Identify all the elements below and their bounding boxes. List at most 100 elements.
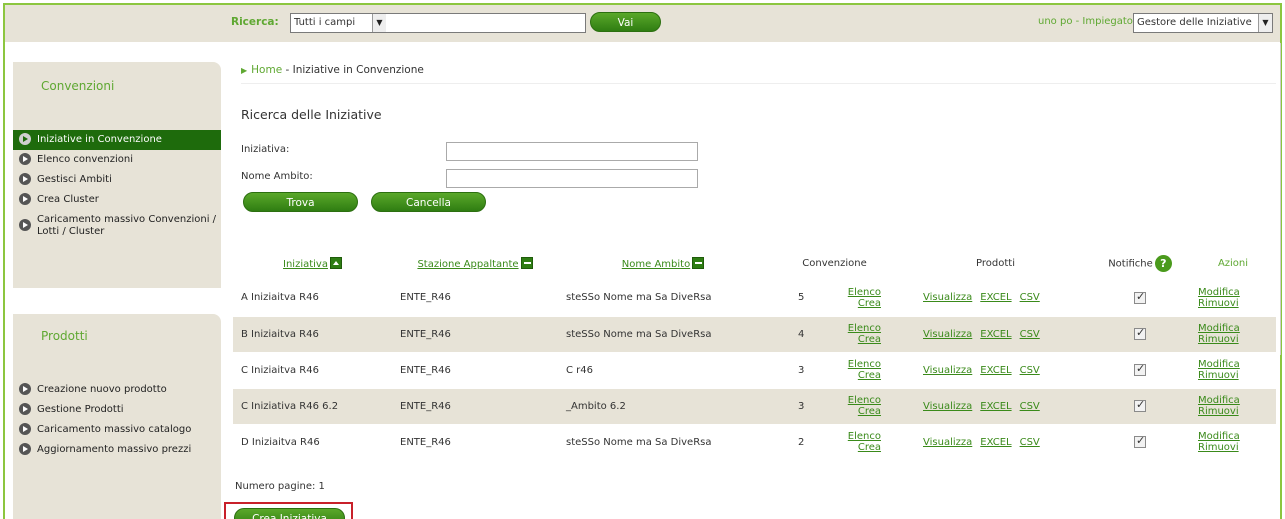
excel-link[interactable]: EXCEL <box>980 329 1011 340</box>
notifica-checkbox[interactable] <box>1134 362 1146 376</box>
column-header-convenzione: Convenzione <box>802 258 867 269</box>
elenco-link[interactable]: Elenco <box>848 359 881 370</box>
sort-ascending-icon[interactable] <box>329 257 342 269</box>
column-header-nome-ambito[interactable]: Nome Ambito <box>558 247 768 280</box>
search-input[interactable] <box>386 13 586 33</box>
cell-prodotti: Visualizza EXCEL CSV <box>901 424 1090 460</box>
cell-convenzione: 3 Elenco Crea <box>768 388 901 424</box>
nome-ambito-field[interactable] <box>446 169 698 188</box>
cell-iniziativa: C Iniziaitva R46 <box>233 352 392 388</box>
user-info: uno po - Impiegato <box>1038 16 1133 27</box>
chevron-down-icon: ▼ <box>1258 14 1272 32</box>
role-value: Gestore delle Iniziative <box>1137 17 1252 28</box>
crea-iniziativa-button[interactable]: Crea Iniziativa <box>234 508 345 519</box>
search-go-button[interactable]: Vai <box>590 12 661 32</box>
rimuovi-link[interactable]: Rimuovi <box>1198 370 1239 381</box>
search-scope-select[interactable]: Tutti i campi ▼ <box>290 13 387 33</box>
cancella-button[interactable]: Cancella <box>371 192 486 212</box>
cell-azioni: Modifica Rimuovi <box>1190 388 1276 424</box>
rimuovi-link[interactable]: Rimuovi <box>1198 298 1239 309</box>
csv-link[interactable]: CSV <box>1020 292 1040 303</box>
cell-convenzione: 4 Elenco Crea <box>768 316 901 352</box>
sort-neutral-icon[interactable] <box>520 257 533 269</box>
elenco-link[interactable]: Elenco <box>848 395 881 406</box>
arrow-bullet-icon <box>19 219 31 231</box>
arrow-bullet-icon <box>19 443 31 455</box>
csv-link[interactable]: CSV <box>1020 437 1040 448</box>
sidebar-prodotti-panel: Prodotti Creazione nuovo prodotto Gestio… <box>13 314 221 519</box>
crea-link[interactable]: Crea <box>858 370 881 381</box>
crea-link[interactable]: Crea <box>858 334 881 345</box>
notifica-checkbox[interactable] <box>1134 434 1146 448</box>
crea-link[interactable]: Crea <box>858 298 881 309</box>
table-row: B Iniziaitva R46 ENTE_R46 steSSo Nome ma… <box>233 316 1276 352</box>
column-header-iniziativa[interactable]: Iniziativa <box>233 247 392 280</box>
sidebar-item-creazione-nuovo-prodotto[interactable]: Creazione nuovo prodotto <box>13 380 221 400</box>
notifica-checkbox[interactable] <box>1134 290 1146 304</box>
crea-link[interactable]: Crea <box>858 406 881 417</box>
arrow-bullet-icon <box>19 423 31 435</box>
cell-stazione: ENTE_R46 <box>392 388 558 424</box>
excel-link[interactable]: EXCEL <box>980 401 1011 412</box>
crea-link[interactable]: Crea <box>858 442 881 453</box>
visualizza-link[interactable]: Visualizza <box>923 401 972 412</box>
cell-azioni: Modifica Rimuovi <box>1190 280 1276 316</box>
visualizza-link[interactable]: Visualizza <box>923 329 972 340</box>
breadcrumb-home-link[interactable]: Home <box>251 64 282 76</box>
rimuovi-link[interactable]: Rimuovi <box>1198 334 1239 345</box>
visualizza-link[interactable]: Visualizza <box>923 365 972 376</box>
modifica-link[interactable]: Modifica <box>1198 431 1240 442</box>
role-select[interactable]: Gestore delle Iniziative ▼ <box>1133 13 1273 33</box>
notifica-checkbox[interactable] <box>1134 326 1146 340</box>
elenco-link[interactable]: Elenco <box>848 323 881 334</box>
sidebar-item-elenco-convenzioni[interactable]: Elenco convenzioni <box>13 150 221 170</box>
breadcrumb-current: - Iniziative in Convenzione <box>285 64 424 76</box>
rimuovi-link[interactable]: Rimuovi <box>1198 442 1239 453</box>
rimuovi-link[interactable]: Rimuovi <box>1198 406 1239 417</box>
arrow-bullet-icon <box>19 383 31 395</box>
cell-iniziativa: C Iniziativa R46 6.2 <box>233 388 392 424</box>
modifica-link[interactable]: Modifica <box>1198 287 1240 298</box>
cell-ambito: steSSo Nome ma Sa DiveRsa <box>558 280 768 316</box>
modifica-link[interactable]: Modifica <box>1198 359 1240 370</box>
column-header-azioni: Azioni <box>1217 258 1249 269</box>
sidebar-item-gestisci-ambiti[interactable]: Gestisci Ambiti <box>13 170 221 190</box>
visualizza-link[interactable]: Visualizza <box>923 437 972 448</box>
elenco-link[interactable]: Elenco <box>848 431 881 442</box>
scrollbar-edge[interactable] <box>1280 43 1281 355</box>
modifica-link[interactable]: Modifica <box>1198 323 1240 334</box>
excel-link[interactable]: EXCEL <box>980 292 1011 303</box>
cell-prodotti: Visualizza EXCEL CSV <box>901 280 1090 316</box>
cell-notifiche <box>1090 280 1190 316</box>
csv-link[interactable]: CSV <box>1020 329 1040 340</box>
visualizza-link[interactable]: Visualizza <box>923 292 972 303</box>
sidebar-item-iniziative-in-convenzione[interactable]: Iniziative in Convenzione <box>13 130 221 150</box>
app-frame: Ricerca: Tutti i campi ▼ Vai uno po - Im… <box>3 3 1282 519</box>
modifica-link[interactable]: Modifica <box>1198 395 1240 406</box>
column-header-stazione-appaltante[interactable]: Stazione Appaltante <box>392 247 558 280</box>
cell-convenzione: 2 Elenco Crea <box>768 424 901 460</box>
cell-iniziativa: D Iniziaitva R46 <box>233 424 392 460</box>
convenzione-count: 2 <box>798 436 805 448</box>
sidebar-item-caricamento-massivo-catalogo[interactable]: Caricamento massivo catalogo <box>13 420 221 440</box>
table-row: C Iniziativa R46 6.2 ENTE_R46 _Ambito 6.… <box>233 388 1276 424</box>
iniziativa-field[interactable] <box>446 142 698 161</box>
sidebar-item-aggiornamento-massivo-prezzi[interactable]: Aggiornamento massivo prezzi <box>13 440 221 460</box>
help-icon[interactable]: ? <box>1154 255 1172 272</box>
nome-ambito-label: Nome Ambito: <box>241 171 313 182</box>
csv-link[interactable]: CSV <box>1020 365 1040 376</box>
trova-button[interactable]: Trova <box>243 192 358 212</box>
sort-neutral-icon[interactable] <box>692 257 705 269</box>
breadcrumb-arrow-icon: ▶ <box>241 66 248 75</box>
excel-link[interactable]: EXCEL <box>980 365 1011 376</box>
iniziativa-label: Iniziativa: <box>241 144 290 155</box>
pagination-info: Numero pagine: 1 <box>235 481 325 492</box>
sidebar-item-gestione-prodotti[interactable]: Gestione Prodotti <box>13 400 221 420</box>
sidebar-item-caricamento-massivo-convenzioni[interactable]: Caricamento massivo Convenzioni / Lotti … <box>13 210 221 238</box>
csv-link[interactable]: CSV <box>1020 401 1040 412</box>
elenco-link[interactable]: Elenco <box>848 287 881 298</box>
sidebar-item-crea-cluster[interactable]: Crea Cluster <box>13 190 221 210</box>
excel-link[interactable]: EXCEL <box>980 437 1011 448</box>
sidebar-convenzioni-list: Iniziative in Convenzione Elenco convenz… <box>13 130 221 238</box>
notifica-checkbox[interactable] <box>1134 398 1146 412</box>
